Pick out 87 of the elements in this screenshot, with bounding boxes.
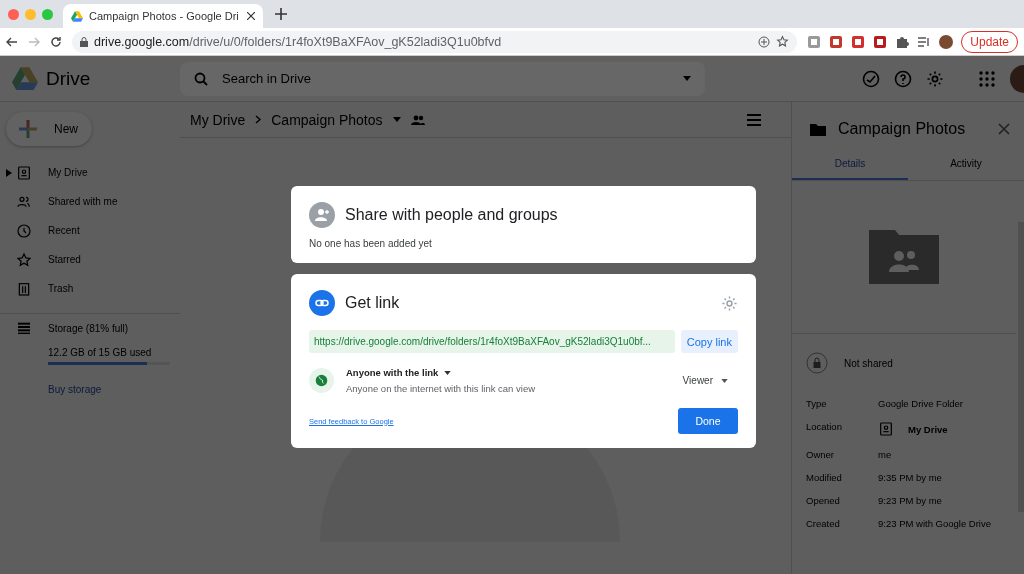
sidebar-item[interactable]: Shared with me — [0, 187, 180, 216]
recent-icon — [16, 222, 32, 239]
settings-icon[interactable] — [926, 69, 944, 88]
people-icon — [410, 114, 425, 125]
property-value: 9:23 PM with Google Drive — [878, 518, 992, 529]
triangle-logo-icon — [71, 10, 83, 22]
access-dropdown[interactable]: Anyone with the link — [346, 367, 452, 378]
caret-icon — [444, 370, 452, 375]
settings-icon[interactable] — [721, 294, 738, 312]
lock-icon — [80, 36, 88, 47]
property-value: me — [878, 449, 893, 460]
trash-icon — [16, 280, 32, 297]
property-label: Type — [806, 398, 828, 409]
link-url-field[interactable]: https://drive.google.com/drive/folders/1r4foXt9BaXFAov_gK52ladi3Q1u0bf... — [309, 330, 675, 353]
sidebar-item[interactable]: My Drive — [0, 158, 180, 187]
expand-caret-icon[interactable] — [6, 168, 12, 177]
property-value: 9:23 PM by me — [878, 495, 943, 506]
search-field[interactable]: Search in Drive — [180, 61, 705, 96]
close-window-icon[interactable] — [8, 8, 19, 20]
puzzle-icon[interactable] — [895, 34, 910, 49]
property-label: Modified — [806, 472, 843, 483]
sidebar-item[interactable]: Starred — [0, 245, 180, 274]
access-description: Anyone on the internet with this link can view — [346, 383, 536, 394]
playlist-icon[interactable] — [917, 34, 932, 49]
lock-icon — [806, 352, 828, 374]
panel-tab[interactable]: Activity — [908, 148, 1024, 180]
browser-tab[interactable]: Campaign Photos - Google Dri — [63, 4, 263, 28]
dropdown-icon[interactable] — [392, 117, 401, 122]
property-value: 9:35 PM by me — [878, 472, 943, 483]
list-view-icon[interactable] — [747, 113, 761, 126]
property-label: Created — [806, 518, 841, 529]
panel-title: Campaign Photos — [838, 120, 967, 138]
starred-icon — [16, 251, 32, 268]
maximize-window-icon[interactable] — [42, 8, 53, 20]
shared-folder-icon — [810, 122, 826, 136]
back-arrow-icon[interactable] — [6, 35, 18, 48]
update-button[interactable]: Update — [961, 30, 1018, 53]
search-icon — [194, 71, 208, 86]
property-label: Location — [806, 421, 843, 434]
new-tab-icon[interactable] — [273, 6, 289, 22]
avatar-icon[interactable] — [939, 34, 954, 49]
copy-link-button[interactable]: Copy link — [680, 330, 738, 353]
share-subtitle: No one has been added yet — [309, 238, 433, 249]
extension-icon[interactable] — [807, 34, 822, 49]
share-title: Share with people and groups — [345, 206, 558, 224]
role-dropdown[interactable]: Viewer — [676, 374, 738, 387]
check-circle-icon[interactable] — [862, 69, 880, 88]
storage-icon — [16, 320, 32, 336]
shared-folder-drawing — [869, 230, 939, 284]
storage-label: Storage (81% full) — [48, 322, 129, 334]
globe-icon — [309, 368, 334, 393]
property-value[interactable]: My Drive — [908, 423, 948, 435]
dropdown-icon[interactable] — [683, 76, 691, 81]
new-button[interactable]: New — [6, 112, 92, 146]
breadcrumb-item[interactable]: Campaign Photos — [271, 111, 383, 128]
app-name: Drive — [46, 67, 91, 90]
add-person-icon — [309, 202, 335, 228]
add-circle-icon[interactable] — [758, 35, 771, 48]
sidebar-item[interactable]: Recent — [0, 216, 180, 245]
drive-icon — [878, 421, 894, 437]
help-icon[interactable] — [894, 69, 912, 88]
apps-grid-icon[interactable] — [978, 69, 996, 88]
drive-icon — [16, 164, 32, 181]
panel-tab[interactable]: Details — [792, 148, 908, 180]
drive-logo-icon — [12, 67, 38, 90]
extension-icon[interactable] — [873, 34, 888, 49]
property-value: Google Drive Folder — [878, 398, 964, 409]
extension-icon[interactable] — [829, 34, 844, 49]
link-title: Get link — [345, 294, 400, 312]
sharing-status: Not shared — [844, 357, 893, 369]
forward-arrow-icon[interactable] — [28, 35, 40, 48]
property-label: Opened — [806, 495, 841, 506]
breadcrumb-item[interactable]: My Drive — [190, 111, 246, 128]
caret-icon — [721, 378, 728, 383]
chevron-right-icon — [255, 115, 262, 124]
buy-storage-link[interactable]: Buy storage — [48, 384, 180, 395]
property-label: Owner — [806, 449, 835, 460]
done-button[interactable]: Done — [678, 408, 738, 434]
storage-usage: 12.2 GB of 15 GB used — [48, 347, 153, 358]
close-icon[interactable] — [247, 12, 255, 20]
extension-icon[interactable] — [851, 34, 866, 49]
plus-icon — [18, 119, 38, 139]
reload-icon[interactable] — [50, 35, 62, 48]
sidebar-item[interactable]: Trash — [0, 274, 180, 303]
address-bar[interactable]: drive.google.com/drive/u/0/folders/1r4foXt9BaXFAov_gK52ladi3Q1u0bfvd — [72, 30, 798, 53]
link-icon — [309, 290, 335, 316]
star-icon[interactable] — [776, 35, 790, 48]
